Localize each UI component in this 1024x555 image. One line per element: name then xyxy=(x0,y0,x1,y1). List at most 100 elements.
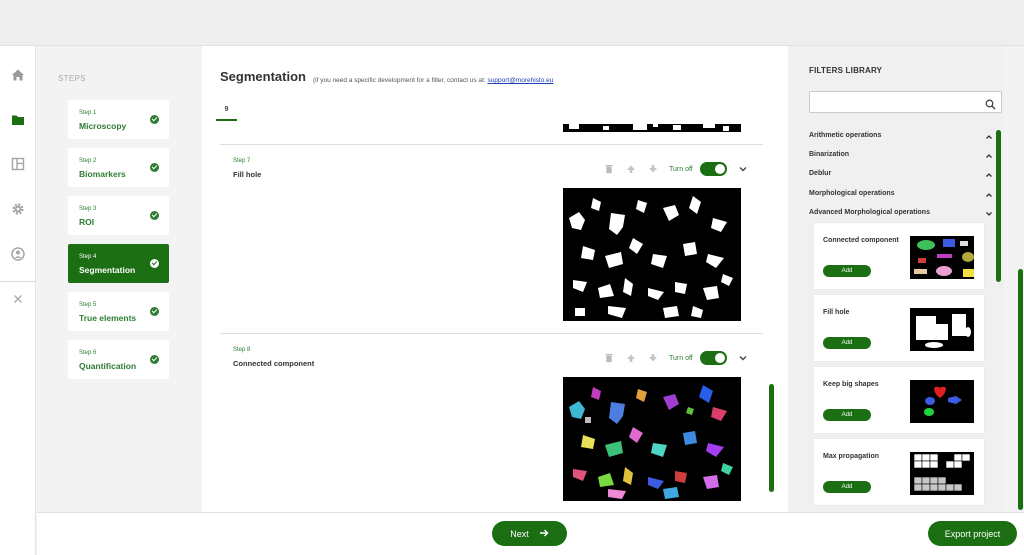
category-label: Morphological operations xyxy=(809,190,895,197)
step-number: Step 8 xyxy=(233,347,251,353)
turn-off-toggle[interactable] xyxy=(700,162,727,176)
chevron-down-icon[interactable] xyxy=(738,164,748,174)
arrow-down-icon[interactable] xyxy=(648,353,658,363)
next-label: Next xyxy=(510,528,529,539)
close-icon[interactable] xyxy=(10,291,26,307)
step-number: Step 1 xyxy=(79,110,97,116)
library-filter-keep-big-shapes: Keep big shapes Add xyxy=(813,366,985,434)
fill-hole-preview xyxy=(563,188,741,321)
check-icon xyxy=(150,259,159,268)
add-button[interactable]: Add xyxy=(823,409,871,421)
top-bar xyxy=(0,0,1024,46)
max-propagation-thumbnail xyxy=(910,452,974,495)
filter-name: Connected component xyxy=(823,237,899,244)
step-label: Quantification xyxy=(79,361,137,371)
step-label: ROI xyxy=(79,217,95,227)
category-binarization[interactable]: Binarization xyxy=(809,151,993,165)
category-arithmetic-operations[interactable]: Arithmetic operations xyxy=(809,132,993,146)
filters-library-panel: FILTERS LIBRARY Arithmetic operations Bi… xyxy=(788,46,1004,512)
support-email-link[interactable]: support@morehisto.eu xyxy=(488,77,554,84)
folder-icon[interactable] xyxy=(10,112,26,128)
check-icon xyxy=(150,115,159,124)
steps-title: STEPS xyxy=(58,74,86,83)
previous-step-preview xyxy=(563,124,741,132)
category-advanced-morphological-operations[interactable]: Advanced Morphological operations xyxy=(809,209,993,223)
turn-off-toggle[interactable] xyxy=(700,351,727,365)
check-icon xyxy=(150,163,159,172)
check-icon xyxy=(150,307,159,316)
filter-name: Fill hole xyxy=(233,170,262,179)
main-panel: Segmentation (if you need a specific dev… xyxy=(202,46,788,512)
chevron-up-icon xyxy=(985,152,993,160)
library-scrollbar[interactable] xyxy=(996,130,1001,282)
next-button[interactable]: Next xyxy=(492,521,567,546)
arrow-up-icon[interactable] xyxy=(626,164,636,174)
turn-off-label: Turn off xyxy=(669,166,693,173)
arrow-up-icon[interactable] xyxy=(626,353,636,363)
step-number: Step 6 xyxy=(79,350,97,356)
fill-hole-thumbnail xyxy=(910,308,974,351)
connected-component-preview xyxy=(563,377,741,501)
library-filter-connected-component: Connected component Add xyxy=(813,222,985,290)
add-button[interactable]: Add xyxy=(823,265,871,277)
add-button[interactable]: Add xyxy=(823,337,871,349)
category-label: Binarization xyxy=(809,151,850,158)
page-title: Segmentation xyxy=(220,69,306,84)
export-project-button[interactable]: Export project xyxy=(928,521,1017,546)
step-true-elements[interactable]: Step 5 True elements xyxy=(68,292,169,331)
category-label: Advanced Morphological operations xyxy=(809,209,930,216)
step-biomarkers[interactable]: Step 2 Biomarkers xyxy=(68,148,169,187)
category-label: Deblur xyxy=(809,170,832,177)
step-label: Microscopy xyxy=(79,121,127,131)
step-quantification[interactable]: Step 6 Quantification xyxy=(68,340,169,379)
chevron-down-icon[interactable] xyxy=(738,353,748,363)
filter-card-connected-component: Step 8 Connected component Turn off xyxy=(220,333,763,513)
step-label: Segmentation xyxy=(79,265,136,275)
gear-icon[interactable] xyxy=(10,201,26,217)
filter-name: Connected component xyxy=(233,359,315,368)
arrow-down-icon[interactable] xyxy=(648,164,658,174)
category-morphological-operations[interactable]: Morphological operations xyxy=(809,190,993,204)
search-icon[interactable] xyxy=(985,97,996,110)
step-number: Step 7 xyxy=(233,158,251,164)
filter-name: Fill hole xyxy=(823,309,850,316)
connected-component-thumbnail xyxy=(910,236,974,279)
step-segmentation[interactable]: Step 4 Segmentation xyxy=(68,244,169,283)
chevron-up-icon xyxy=(985,191,993,199)
category-deblur[interactable]: Deblur xyxy=(809,170,993,184)
chevron-up-icon xyxy=(985,171,993,179)
tab-9[interactable]: 9 xyxy=(216,106,237,121)
filter-name: Max propagation xyxy=(823,453,880,460)
layout-icon[interactable] xyxy=(10,156,26,172)
filter-card-fill-hole: Step 7 Fill hole Turn off xyxy=(220,144,763,334)
steps-panel: STEPS Step 1 Microscopy Step 2 Biomarker… xyxy=(37,46,202,512)
main-scrollbar[interactable] xyxy=(769,384,774,492)
arrow-right-icon xyxy=(539,528,549,540)
add-button[interactable]: Add xyxy=(823,481,871,493)
step-number: Step 2 xyxy=(79,158,97,164)
step-number: Step 5 xyxy=(79,302,97,308)
filters-library-title: FILTERS LIBRARY xyxy=(809,66,883,75)
step-label: Biomarkers xyxy=(79,169,126,179)
chevron-down-icon xyxy=(985,210,993,218)
chevron-up-icon xyxy=(985,133,993,141)
contact-note-text: (if you need a specific development for … xyxy=(313,77,488,84)
check-icon xyxy=(150,211,159,220)
trash-icon[interactable] xyxy=(604,164,614,174)
step-roi[interactable]: Step 3 ROI xyxy=(68,196,169,235)
page-scrollbar[interactable] xyxy=(1018,269,1023,510)
keep-big-shapes-thumbnail xyxy=(910,380,974,423)
category-label: Arithmetic operations xyxy=(809,132,882,139)
step-number: Step 4 xyxy=(79,254,97,260)
step-number: Step 3 xyxy=(79,206,97,212)
turn-off-label: Turn off xyxy=(669,355,693,362)
trash-icon[interactable] xyxy=(604,353,614,363)
contact-note: (if you need a specific development for … xyxy=(313,77,553,84)
library-filter-fill-hole: Fill hole Add xyxy=(813,294,985,362)
step-microscopy[interactable]: Step 1 Microscopy xyxy=(68,100,169,139)
filters-search-input[interactable] xyxy=(809,91,1002,113)
home-icon[interactable] xyxy=(10,67,26,83)
user-icon[interactable] xyxy=(10,246,26,262)
filter-name: Keep big shapes xyxy=(823,381,879,388)
library-filter-max-propagation: Max propagation Add xyxy=(813,438,985,506)
